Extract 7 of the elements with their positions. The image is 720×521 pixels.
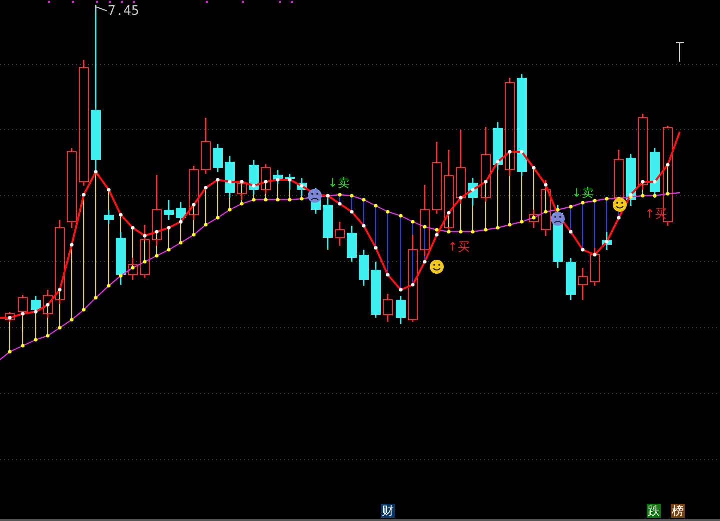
sell-signal: ↓卖 — [328, 176, 350, 190]
buy-signal: ↑买 — [448, 240, 470, 254]
tag-badge[interactable]: 跌 — [647, 504, 661, 518]
sell-signal: ↓卖 — [572, 186, 594, 200]
tag-badge[interactable]: 榜 — [671, 504, 685, 518]
price-label: 7.45 — [108, 5, 140, 19]
tag-badge[interactable]: 财 — [381, 504, 395, 518]
